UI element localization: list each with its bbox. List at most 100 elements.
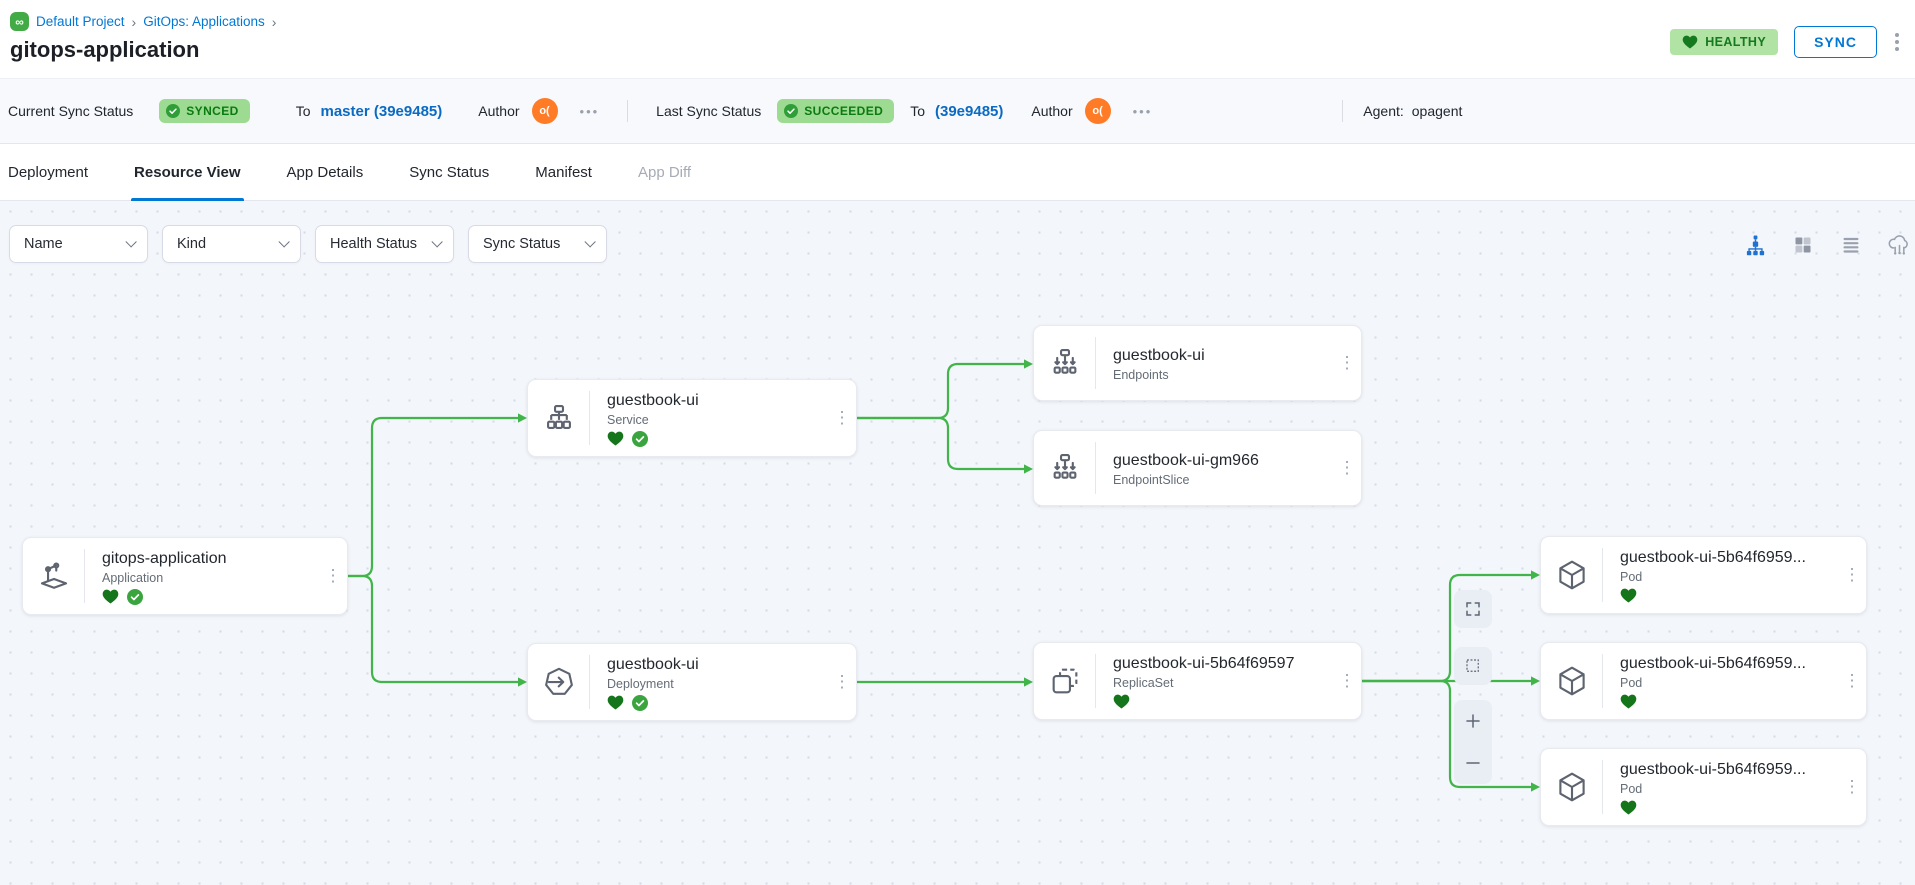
expand-icon xyxy=(1464,600,1482,618)
healthy-heart-icon xyxy=(1113,694,1130,709)
node-endpoints[interactable]: guestbook-ui Endpoints ⋮ xyxy=(1033,325,1362,401)
tab-resource-view[interactable]: Resource View xyxy=(134,144,240,200)
agent-value: opagent xyxy=(1412,103,1463,119)
node-menu-button[interactable]: ⋮ xyxy=(828,380,856,456)
node-title: guestbook-ui-gm966 xyxy=(1113,452,1329,470)
author-avatar: o( xyxy=(532,98,558,124)
filter-label: Health Status xyxy=(330,236,417,252)
node-kind: ReplicaSet xyxy=(1113,676,1329,690)
chevron-down-icon xyxy=(431,236,442,247)
breadcrumb-applications-link[interactable]: GitOps: Applications xyxy=(143,14,265,29)
healthy-heart-icon xyxy=(1620,588,1637,603)
divider xyxy=(627,100,628,122)
pod-icon xyxy=(1541,654,1603,708)
node-menu-button[interactable]: ⋮ xyxy=(1333,643,1361,719)
breadcrumb-separator: › xyxy=(132,14,137,30)
node-pod-3[interactable]: guestbook-ui-5b64f6959... Pod ⋮ xyxy=(1540,748,1867,826)
breadcrumb: ∞ Default Project › GitOps: Applications… xyxy=(10,12,1915,31)
author-avatar: o( xyxy=(1085,98,1111,124)
filter-health-status-dropdown[interactable]: Health Status xyxy=(315,225,454,263)
to-label: To xyxy=(910,103,925,119)
zoom-in-button[interactable] xyxy=(1454,700,1492,742)
healthy-heart-icon xyxy=(607,431,624,446)
sync-button[interactable]: SYNC xyxy=(1794,26,1877,58)
chevron-down-icon xyxy=(125,236,136,247)
tab-sync-status[interactable]: Sync Status xyxy=(409,144,489,200)
divider xyxy=(1342,100,1343,122)
marquee-select-button[interactable] xyxy=(1454,647,1492,685)
node-endpointslice[interactable]: guestbook-ui-gm966 EndpointSlice ⋮ xyxy=(1033,430,1362,506)
tree-view-icon[interactable] xyxy=(1741,231,1769,259)
synced-badge: SYNCED xyxy=(159,99,249,123)
filter-name-dropdown[interactable]: Name xyxy=(9,225,148,263)
author-label: Author xyxy=(1031,103,1072,119)
node-menu-button[interactable]: ⋮ xyxy=(1838,749,1866,825)
breadcrumb-project-link[interactable]: Default Project xyxy=(36,14,125,29)
node-deployment[interactable]: guestbook-ui Deployment ⋮ xyxy=(527,643,857,721)
node-menu-button[interactable]: ⋮ xyxy=(1838,643,1866,719)
service-icon xyxy=(528,391,590,445)
last-sync-status-label: Last Sync Status xyxy=(656,103,761,119)
node-menu-button[interactable]: ⋮ xyxy=(1333,431,1361,505)
node-title: gitops-application xyxy=(102,550,315,568)
node-menu-button[interactable]: ⋮ xyxy=(1838,537,1866,613)
node-menu-button[interactable]: ⋮ xyxy=(1333,326,1361,400)
tab-app-diff[interactable]: App Diff xyxy=(638,144,691,200)
succeeded-badge-label: SUCCEEDED xyxy=(804,104,883,118)
to-label: To xyxy=(296,103,311,119)
list-view-icon[interactable] xyxy=(1837,231,1865,259)
replicaset-icon xyxy=(1034,654,1096,708)
page-title: gitops-application xyxy=(10,37,1915,63)
healthy-heart-icon xyxy=(607,695,624,710)
current-target-revision-link[interactable]: master (39e9485) xyxy=(321,103,443,120)
tab-manifest[interactable]: Manifest xyxy=(535,144,592,200)
health-status-badge: HEALTHY xyxy=(1670,29,1778,55)
node-menu-button[interactable]: ⋮ xyxy=(319,538,347,614)
node-kind: EndpointSlice xyxy=(1113,473,1329,487)
selection-box-icon xyxy=(1464,657,1482,675)
resource-graph-canvas[interactable]: Name Kind Health Status Sync Status xyxy=(0,201,1915,885)
node-title: guestbook-ui-5b64f6959... xyxy=(1620,549,1834,567)
sync-status-bar: Current Sync Status SYNCED To master (39… xyxy=(0,78,1915,144)
node-kind: Pod xyxy=(1620,570,1834,584)
node-service[interactable]: guestbook-ui Service ⋮ xyxy=(527,379,857,457)
healthy-heart-icon xyxy=(102,589,119,604)
header-more-menu-icon[interactable] xyxy=(1893,31,1901,53)
filter-label: Name xyxy=(24,236,63,252)
grid-view-icon[interactable] xyxy=(1789,231,1817,259)
node-kind: Endpoints xyxy=(1113,368,1329,382)
filter-sync-status-dropdown[interactable]: Sync Status xyxy=(468,225,607,263)
minus-icon xyxy=(1464,754,1482,772)
last-sync-more-menu[interactable]: ••• xyxy=(1133,104,1153,119)
view-toggle-group xyxy=(1741,231,1913,259)
node-title: guestbook-ui-5b64f69597 xyxy=(1113,655,1329,673)
zoom-out-button[interactable] xyxy=(1454,742,1492,784)
current-sync-status-label: Current Sync Status xyxy=(8,103,133,119)
node-menu-button[interactable]: ⋮ xyxy=(828,644,856,720)
node-title: guestbook-ui xyxy=(1113,347,1329,365)
tab-deployment[interactable]: Deployment xyxy=(8,144,88,200)
last-target-revision-link[interactable]: (39e9485) xyxy=(935,103,1003,120)
node-pod-2[interactable]: guestbook-ui-5b64f6959... Pod ⋮ xyxy=(1540,642,1867,720)
synced-badge-label: SYNCED xyxy=(186,104,238,118)
current-sync-more-menu[interactable]: ••• xyxy=(580,104,600,119)
synced-check-icon xyxy=(127,589,143,605)
node-kind: Application xyxy=(102,571,315,585)
endpoints-icon xyxy=(1034,337,1096,389)
page-header: ∞ Default Project › GitOps: Applications… xyxy=(0,0,1915,78)
deployment-icon xyxy=(528,655,590,709)
node-kind: Pod xyxy=(1620,782,1834,796)
node-title: guestbook-ui-5b64f6959... xyxy=(1620,761,1834,779)
filter-kind-dropdown[interactable]: Kind xyxy=(162,225,301,263)
node-pod-1[interactable]: guestbook-ui-5b64f6959... Pod ⋮ xyxy=(1540,536,1867,614)
network-map-view-icon[interactable] xyxy=(1885,231,1913,259)
tab-bar: Deployment Resource View App Details Syn… xyxy=(0,144,1915,201)
filter-label: Sync Status xyxy=(483,236,560,252)
node-kind: Deployment xyxy=(607,677,824,691)
breadcrumb-separator: › xyxy=(272,14,277,30)
node-replicaset[interactable]: guestbook-ui-5b64f69597 ReplicaSet ⋮ xyxy=(1033,642,1362,720)
author-label: Author xyxy=(478,103,519,119)
node-application[interactable]: gitops-application Application ⋮ xyxy=(22,537,348,615)
fit-to-screen-button[interactable] xyxy=(1454,590,1492,628)
tab-app-details[interactable]: App Details xyxy=(287,144,364,200)
